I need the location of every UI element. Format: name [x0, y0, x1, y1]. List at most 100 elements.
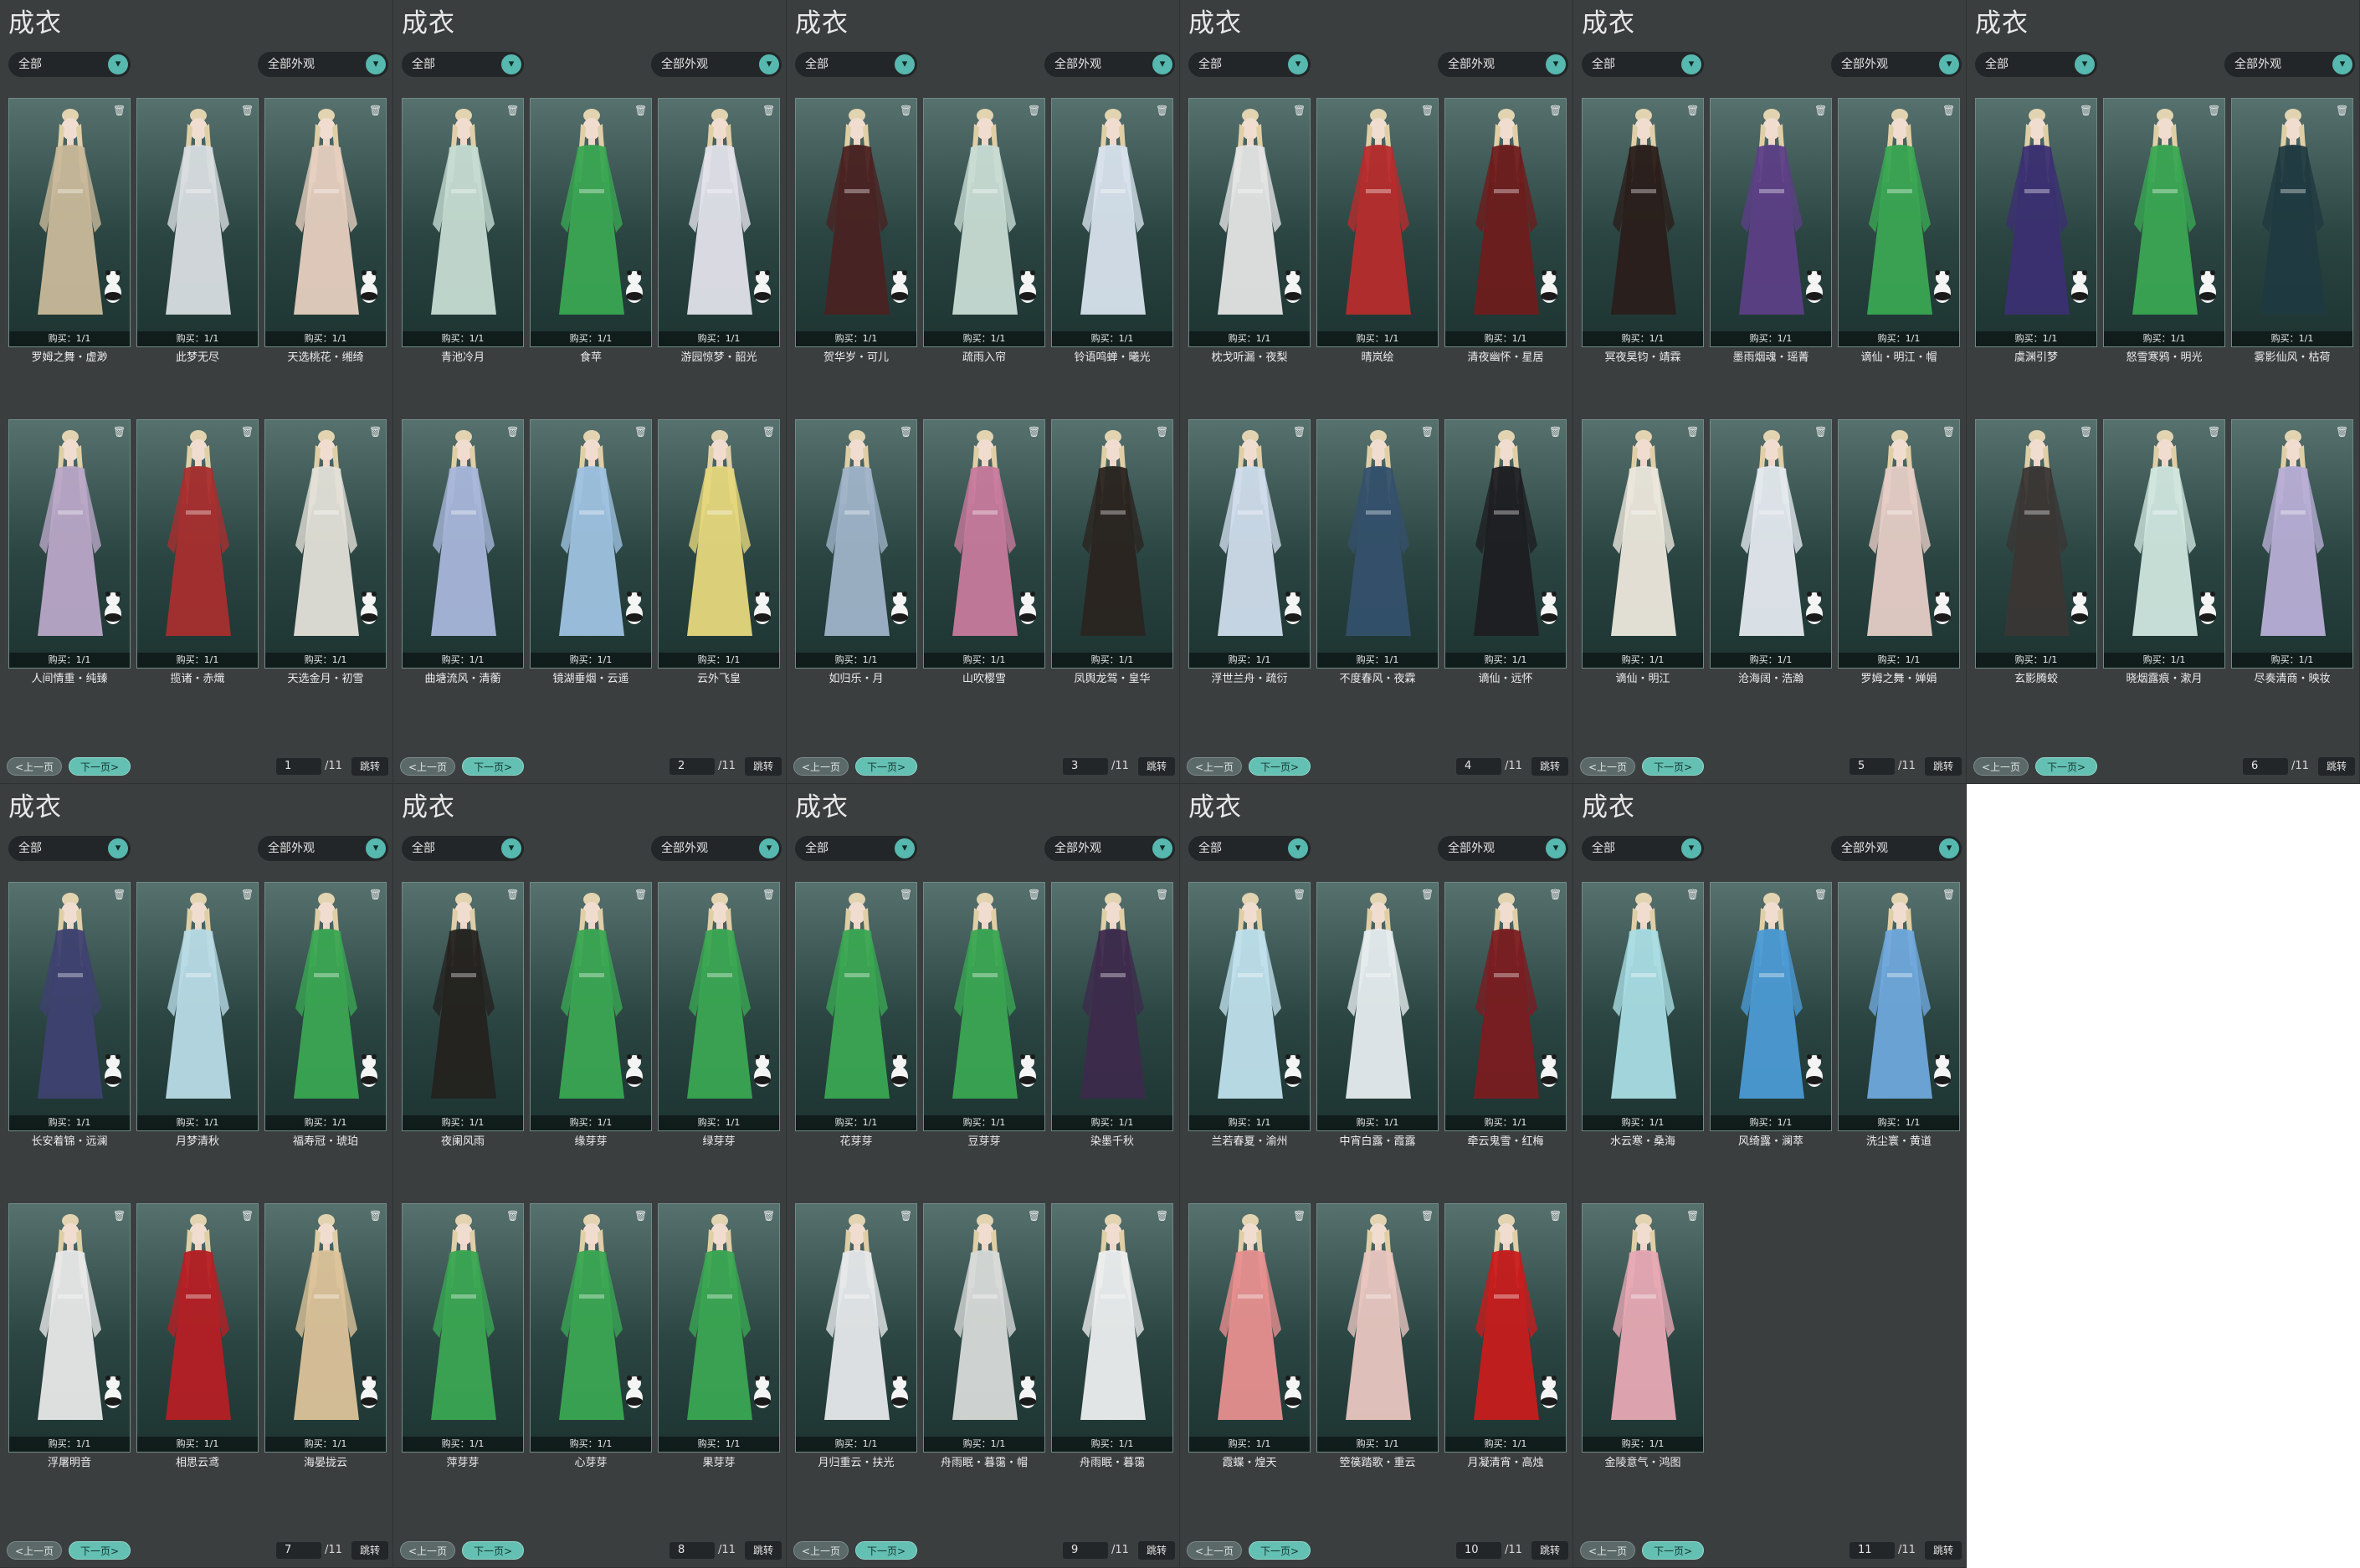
outfit-card[interactable]: 🗑 购买：1/1	[264, 419, 387, 669]
trash-icon[interactable]: 🗑	[900, 104, 912, 117]
prev-page-button[interactable]: <上一页	[400, 757, 455, 776]
trash-icon[interactable]: 🗑	[1293, 425, 1306, 438]
outfit-card[interactable]: 🗑 购买：1/1	[1838, 882, 1960, 1131]
appearance-filter-dropdown[interactable]: 全部外观 ▾	[2224, 52, 2355, 77]
appearance-filter-dropdown[interactable]: 全部外观 ▾	[651, 52, 782, 77]
trash-icon[interactable]: 🗑	[762, 425, 775, 438]
trash-icon[interactable]: 🗑	[1156, 104, 1168, 117]
outfit-card[interactable]: 🗑 购买：1/1	[8, 98, 131, 347]
page-number-input[interactable]: 1	[276, 758, 321, 775]
page-number-input[interactable]: 11	[1850, 1542, 1895, 1559]
trash-icon[interactable]: 🗑	[2208, 104, 2220, 117]
prev-page-button[interactable]: <上一页	[1973, 757, 2029, 776]
category-filter-dropdown[interactable]: 全部 ▾	[1188, 52, 1311, 77]
outfit-card[interactable]: 🗑 购买：1/1	[136, 98, 259, 347]
jump-button[interactable]: 跳转	[351, 1541, 388, 1560]
trash-icon[interactable]: 🗑	[113, 104, 126, 117]
page-number-input[interactable]: 8	[670, 1542, 715, 1559]
outfit-card[interactable]: 🗑 购买：1/1	[1188, 98, 1311, 347]
outfit-card[interactable]: 🗑 购买：1/1	[1316, 1203, 1439, 1453]
outfit-card[interactable]: 🗑 购买：1/1	[1582, 1203, 1704, 1453]
outfit-card[interactable]: 🗑 购买：1/1	[1188, 419, 1311, 669]
outfit-card[interactable]: 🗑 购买：1/1	[2231, 98, 2353, 347]
next-page-button[interactable]: 下一页>	[1249, 757, 1311, 776]
outfit-card[interactable]: 🗑 购买：1/1	[402, 1203, 524, 1453]
page-number-input[interactable]: 9	[1063, 1542, 1108, 1559]
appearance-filter-dropdown[interactable]: 全部外观 ▾	[1831, 836, 1962, 861]
trash-icon[interactable]: 🗑	[241, 104, 254, 117]
trash-icon[interactable]: 🗑	[113, 425, 126, 438]
outfit-card[interactable]: 🗑 购买：1/1	[2231, 419, 2353, 669]
appearance-filter-dropdown[interactable]: 全部外观 ▾	[1831, 52, 1962, 77]
jump-button[interactable]: 跳转	[1925, 1541, 1962, 1560]
outfit-card[interactable]: 🗑 购买：1/1	[402, 419, 524, 669]
appearance-filter-dropdown[interactable]: 全部外观 ▾	[258, 836, 388, 861]
trash-icon[interactable]: 🗑	[1686, 425, 1699, 438]
jump-button[interactable]: 跳转	[2318, 757, 2355, 776]
jump-button[interactable]: 跳转	[745, 1541, 782, 1560]
trash-icon[interactable]: 🗑	[634, 888, 647, 901]
outfit-card[interactable]: 🗑 购买：1/1	[136, 1203, 259, 1453]
trash-icon[interactable]: 🗑	[506, 425, 519, 438]
outfit-card[interactable]: 🗑 购买：1/1	[795, 419, 917, 669]
next-page-button[interactable]: 下一页>	[1249, 1541, 1311, 1560]
trash-icon[interactable]: 🗑	[2080, 425, 2092, 438]
page-number-input[interactable]: 7	[276, 1542, 321, 1559]
outfit-card[interactable]: 🗑 购买：1/1	[923, 419, 1045, 669]
outfit-card[interactable]: 🗑 购买：1/1	[1188, 882, 1311, 1131]
trash-icon[interactable]: 🗑	[1549, 888, 1562, 901]
trash-icon[interactable]: 🗑	[1686, 1209, 1699, 1222]
jump-button[interactable]: 跳转	[1138, 757, 1175, 776]
outfit-card[interactable]: 🗑 购买：1/1	[1582, 98, 1704, 347]
outfit-card[interactable]: 🗑 购买：1/1	[530, 98, 652, 347]
outfit-card[interactable]: 🗑 购买：1/1	[402, 98, 524, 347]
prev-page-button[interactable]: <上一页	[1187, 1541, 1242, 1560]
appearance-filter-dropdown[interactable]: 全部外观 ▾	[1044, 52, 1175, 77]
outfit-card[interactable]: 🗑 购买：1/1	[1051, 1203, 1173, 1453]
next-page-button[interactable]: 下一页>	[1642, 757, 1704, 776]
outfit-card[interactable]: 🗑 购买：1/1	[530, 419, 652, 669]
outfit-card[interactable]: 🗑 购买：1/1	[1316, 419, 1439, 669]
next-page-button[interactable]: 下一页>	[69, 757, 131, 776]
next-page-button[interactable]: 下一页>	[1642, 1541, 1704, 1560]
appearance-filter-dropdown[interactable]: 全部外观 ▾	[1438, 836, 1568, 861]
jump-button[interactable]: 跳转	[1531, 757, 1568, 776]
category-filter-dropdown[interactable]: 全部 ▾	[402, 52, 524, 77]
outfit-card[interactable]: 🗑 购买：1/1	[8, 882, 131, 1131]
outfit-card[interactable]: 🗑 购买：1/1	[923, 882, 1045, 1131]
trash-icon[interactable]: 🗑	[369, 104, 382, 117]
prev-page-button[interactable]: <上一页	[400, 1541, 455, 1560]
outfit-card[interactable]: 🗑 购买：1/1	[795, 1203, 917, 1453]
prev-page-button[interactable]: <上一页	[7, 1541, 62, 1560]
trash-icon[interactable]: 🗑	[241, 888, 254, 901]
outfit-card[interactable]: 🗑 购买：1/1	[658, 1203, 780, 1453]
trash-icon[interactable]: 🗑	[241, 425, 254, 438]
prev-page-button[interactable]: <上一页	[7, 757, 62, 776]
trash-icon[interactable]: 🗑	[2208, 425, 2220, 438]
outfit-card[interactable]: 🗑 购买：1/1	[136, 419, 259, 669]
trash-icon[interactable]: 🗑	[1028, 888, 1040, 901]
outfit-card[interactable]: 🗑 购买：1/1	[923, 98, 1045, 347]
page-number-input[interactable]: 5	[1850, 758, 1895, 775]
trash-icon[interactable]: 🗑	[1293, 104, 1306, 117]
trash-icon[interactable]: 🗑	[900, 1209, 912, 1222]
page-number-input[interactable]: 10	[1456, 1542, 1501, 1559]
trash-icon[interactable]: 🗑	[1028, 425, 1040, 438]
appearance-filter-dropdown[interactable]: 全部外观 ▾	[1044, 836, 1175, 861]
next-page-button[interactable]: 下一页>	[855, 1541, 917, 1560]
trash-icon[interactable]: 🗑	[369, 1209, 382, 1222]
trash-icon[interactable]: 🗑	[1686, 888, 1699, 901]
category-filter-dropdown[interactable]: 全部 ▾	[1582, 836, 1704, 861]
trash-icon[interactable]: 🗑	[1814, 425, 1827, 438]
outfit-card[interactable]: 🗑 购买：1/1	[2103, 419, 2225, 669]
outfit-card[interactable]: 🗑 购买：1/1	[1444, 1203, 1567, 1453]
trash-icon[interactable]: 🗑	[506, 1209, 519, 1222]
trash-icon[interactable]: 🗑	[1156, 425, 1168, 438]
outfit-card[interactable]: 🗑 购买：1/1	[1582, 882, 1704, 1131]
jump-button[interactable]: 跳转	[1138, 1541, 1175, 1560]
outfit-card[interactable]: 🗑 购买：1/1	[264, 882, 387, 1131]
trash-icon[interactable]: 🗑	[113, 1209, 126, 1222]
outfit-card[interactable]: 🗑 购买：1/1	[658, 882, 780, 1131]
outfit-card[interactable]: 🗑 购买：1/1	[1316, 882, 1439, 1131]
jump-button[interactable]: 跳转	[745, 757, 782, 776]
